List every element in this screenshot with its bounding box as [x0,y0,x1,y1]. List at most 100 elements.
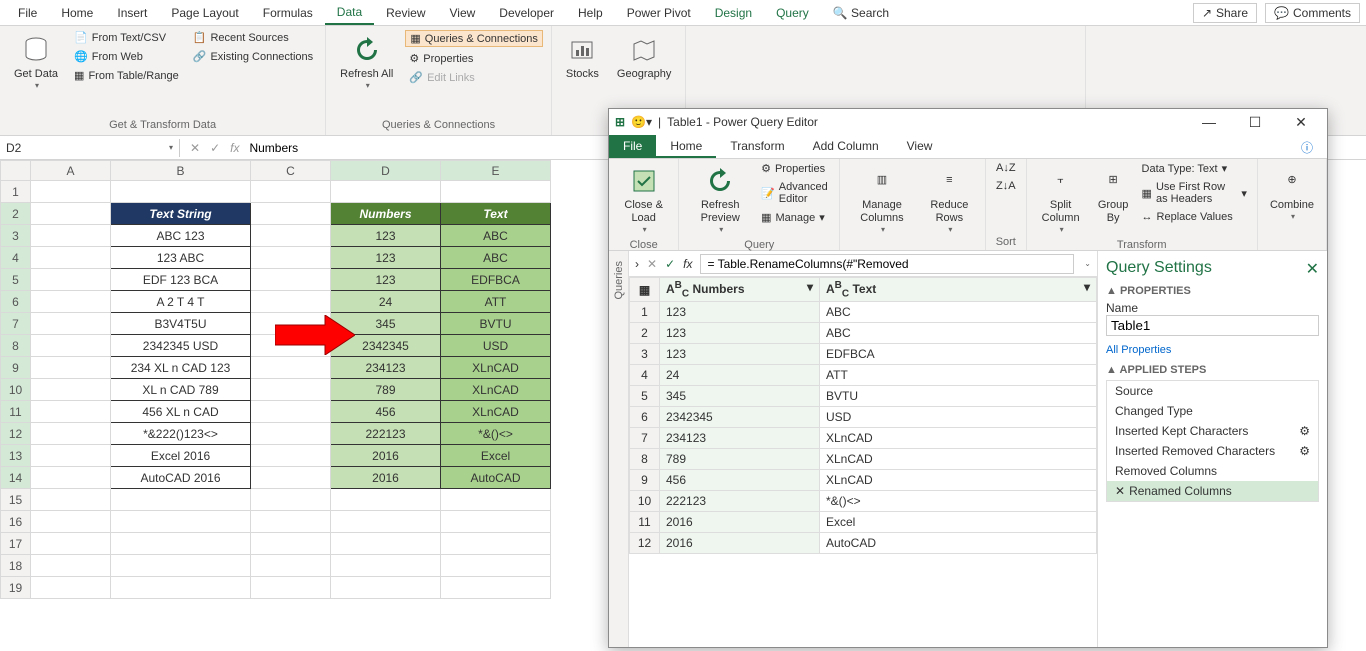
row-header[interactable]: 6 [1,291,31,313]
existing-connections-button[interactable]: 🔗 Existing Connections [189,49,317,64]
tab-query[interactable]: Query [764,2,821,24]
combine-button[interactable]: ⊕Combine▾ [1264,161,1320,226]
pq-cell[interactable]: 234123 [660,428,820,449]
edit-links-button[interactable]: 🔗 Edit Links [405,70,543,85]
cell[interactable]: 456 XL n CAD [111,401,251,423]
cell[interactable]: EDFBCA [441,269,551,291]
refresh-preview-button[interactable]: Refresh Preview▾ [685,161,755,239]
refresh-all-button[interactable]: Refresh All▾ [334,30,399,95]
select-all-cell[interactable] [1,161,31,181]
table-corner[interactable]: ▦ [630,278,660,302]
from-table-range-button[interactable]: ▦ From Table/Range [70,68,183,83]
cell[interactable]: 234123 [331,357,441,379]
cell[interactable]: B3V4T5U [111,313,251,335]
pq-tab-add-column[interactable]: Add Column [799,135,893,158]
applied-step[interactable]: Removed Columns [1107,461,1318,481]
col-header[interactable]: D [331,161,441,181]
pq-row-number[interactable]: 9 [630,470,660,491]
tab-data[interactable]: Data [325,1,374,25]
tab-design[interactable]: Design [703,2,764,24]
pq-cell[interactable]: 24 [660,365,820,386]
pq-cell[interactable]: EDFBCA [820,344,1097,365]
cell[interactable]: 24 [331,291,441,313]
stocks-button[interactable]: Stocks [560,30,605,85]
pq-cell[interactable]: 2016 [660,512,820,533]
cell[interactable]: EDF 123 BCA [111,269,251,291]
comments-button[interactable]: 💬 Comments [1265,3,1360,23]
col-header[interactable]: C [251,161,331,181]
pq-cell[interactable]: *&()<> [820,491,1097,512]
geography-button[interactable]: Geography [611,30,677,85]
minimize-button[interactable]: — [1189,114,1229,130]
pq-cell[interactable]: AutoCAD [820,533,1097,554]
cell[interactable]: ABC [441,247,551,269]
pq-cancel-icon[interactable]: ✕ [647,257,657,271]
pq-tab-transform[interactable]: Transform [716,135,798,158]
reduce-rows-button[interactable]: ≡Reduce Rows▾ [920,161,979,239]
manage-button[interactable]: ▦ Manage ▾ [757,210,833,225]
cell[interactable]: 2016 [331,467,441,489]
col-header[interactable]: E [441,161,551,181]
replace-values-button[interactable]: ↔ Replace Values [1138,210,1251,224]
applied-step[interactable]: Source [1107,381,1318,401]
maximize-button[interactable]: ☐ [1235,114,1275,131]
row-header[interactable]: 1 [1,181,31,203]
cell[interactable]: USD [441,335,551,357]
cell[interactable]: Excel 2016 [111,445,251,467]
close-button[interactable]: ✕ [1281,114,1321,131]
tab-page-layout[interactable]: Page Layout [159,2,250,24]
pq-cell[interactable]: ABC [820,323,1097,344]
pq-help-icon[interactable]: ⓘ [1287,135,1327,158]
cell[interactable]: 222123 [331,423,441,445]
delete-step-icon[interactable]: ✕ [1115,484,1125,498]
properties-button[interactable]: ⚙ Properties [405,51,543,66]
row-header[interactable]: 11 [1,401,31,423]
pq-row-number[interactable]: 8 [630,449,660,470]
pq-cell[interactable]: XLnCAD [820,470,1097,491]
cell[interactable]: 2016 [331,445,441,467]
pq-cell[interactable]: USD [820,407,1097,428]
all-properties-link[interactable]: All Properties [1106,344,1171,356]
split-column-button[interactable]: ⫟Split Column▾ [1033,161,1089,239]
row-header[interactable]: 14 [1,467,31,489]
row-header[interactable]: 15 [1,489,31,511]
pq-cell[interactable]: 789 [660,449,820,470]
smiley-icon[interactable]: 🙂▾ [631,115,652,129]
row-header[interactable]: 13 [1,445,31,467]
row-header[interactable]: 12 [1,423,31,445]
pq-cell[interactable]: BVTU [820,386,1097,407]
fx-icon[interactable]: fx [230,141,239,155]
cell[interactable]: 123 [331,247,441,269]
cell[interactable]: ABC 123 [111,225,251,247]
search-button[interactable]: 🔍 Search [821,2,901,24]
cell[interactable]: 123 [331,225,441,247]
pq-cell[interactable]: 345 [660,386,820,407]
row-header[interactable]: 7 [1,313,31,335]
row-header[interactable]: 8 [1,335,31,357]
queries-pane-toggle[interactable]: Queries [609,251,629,647]
cell[interactable]: 789 [331,379,441,401]
manage-columns-button[interactable]: ▥Manage Columns▾ [846,161,918,239]
col-header[interactable]: B [111,161,251,181]
tab-file[interactable]: File [6,2,49,24]
tab-home[interactable]: Home [49,2,105,24]
tab-help[interactable]: Help [566,2,615,24]
tab-formulas[interactable]: Formulas [251,2,325,24]
cell[interactable]: 123 [331,269,441,291]
applied-step[interactable]: ✕Renamed Columns [1107,481,1318,501]
from-text-csv-button[interactable]: 📄 From Text/CSV [70,30,183,45]
cell[interactable]: Numbers [331,203,441,225]
get-data-button[interactable]: Get Data▾ [8,30,64,95]
tab-developer[interactable]: Developer [487,2,566,24]
group-by-button[interactable]: ⊞Group By [1091,161,1136,229]
cell[interactable]: 123 ABC [111,247,251,269]
row-header[interactable]: 17 [1,533,31,555]
cell[interactable]: 2342345 USD [111,335,251,357]
pq-row-number[interactable]: 2 [630,323,660,344]
pq-cell[interactable]: 2016 [660,533,820,554]
pq-row-number[interactable]: 12 [630,533,660,554]
cell[interactable]: XL n CAD 789 [111,379,251,401]
row-header[interactable]: 5 [1,269,31,291]
pq-cell[interactable]: XLnCAD [820,428,1097,449]
step-settings-icon[interactable]: ⚙ [1299,444,1310,458]
